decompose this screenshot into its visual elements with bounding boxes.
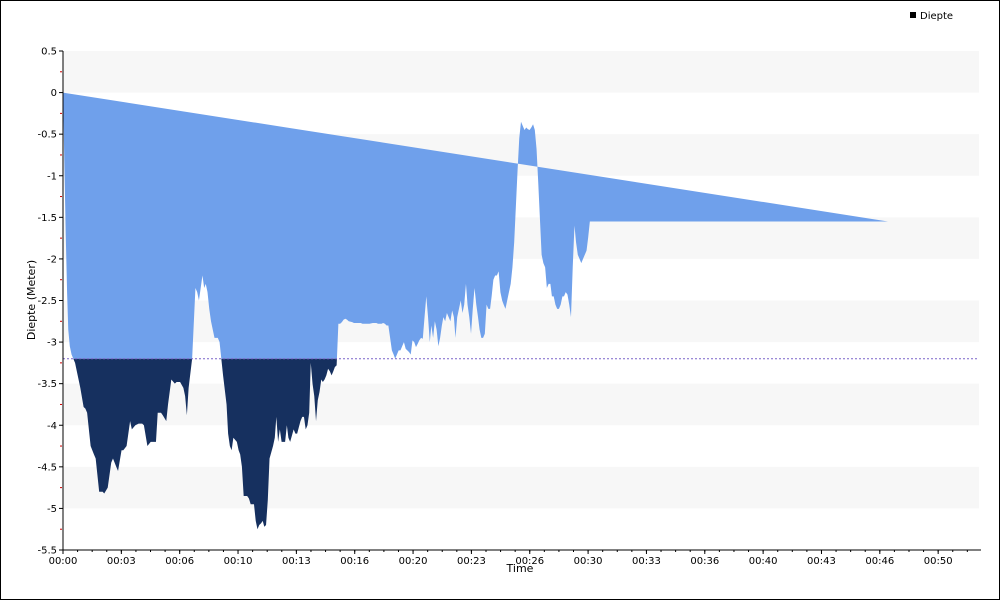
- x-tick-label: 00:10: [224, 556, 253, 567]
- y-tick-label: -2: [47, 254, 57, 265]
- legend: Diepte: [910, 11, 953, 22]
- x-tick-label: 00:36: [690, 556, 719, 567]
- x-tick-label: 00:43: [807, 556, 836, 567]
- y-tick-label: 0: [51, 88, 57, 99]
- x-tick-label: 00:50: [924, 556, 953, 567]
- y-tick-label: -0.5: [37, 130, 57, 141]
- background-band: [63, 300, 979, 343]
- x-tick-label: 00:40: [749, 556, 778, 567]
- y-tick-label: -3.5: [37, 379, 57, 390]
- y-tick-label: -3: [47, 338, 57, 349]
- y-tick-label: -1.5: [37, 213, 57, 224]
- x-tick-label: 00:20: [399, 556, 428, 567]
- y-tick-label: -2.5: [37, 296, 57, 307]
- x-tick-label: 00:06: [165, 556, 194, 567]
- chart-frame: 0.5 0 -0.5 -1 -1.5 -2 -2.5 -3 -3.5 -4 -4.5 -5 -5.5 0…: [0, 0, 1000, 600]
- background-band: [63, 51, 979, 93]
- x-tick-label: 00:03: [107, 556, 136, 567]
- chart-svg: 0.5 0 -0.5 -1 -1.5 -2 -2.5 -3 -3.5 -4 -4.5 -5 -5.5 0…: [25, 11, 981, 575]
- legend-label: Diepte: [920, 11, 953, 22]
- y-tick-label: -4.5: [37, 462, 57, 473]
- y-tick-label: -1: [47, 171, 57, 182]
- x-tick-label: 00:00: [49, 556, 78, 567]
- x-tick-label: 00:33: [632, 556, 661, 567]
- x-tick-label: 00:46: [865, 556, 894, 567]
- x-axis-title: Time: [506, 562, 534, 575]
- legend-marker: [910, 12, 916, 18]
- background-band: [63, 383, 979, 426]
- x-tick-label: 00:16: [340, 556, 369, 567]
- y-axis-title: Diepte (Meter): [25, 260, 38, 340]
- background-band: [63, 466, 979, 509]
- y-tick-label: -5: [47, 504, 57, 515]
- x-tick-label: 00:13: [282, 556, 311, 567]
- y-axis-ticks: 0.5 0 -0.5 -1 -1.5 -2 -2.5 -3 -3.5 -4 -4.5 -5 -5.5: [37, 47, 63, 557]
- y-tick-label: -4: [47, 421, 57, 432]
- x-tick-label: 00:23: [457, 556, 486, 567]
- y-tick-label: -5.5: [37, 546, 57, 557]
- x-tick-label: 00:30: [574, 556, 603, 567]
- y-tick-label: 0.5: [41, 47, 57, 58]
